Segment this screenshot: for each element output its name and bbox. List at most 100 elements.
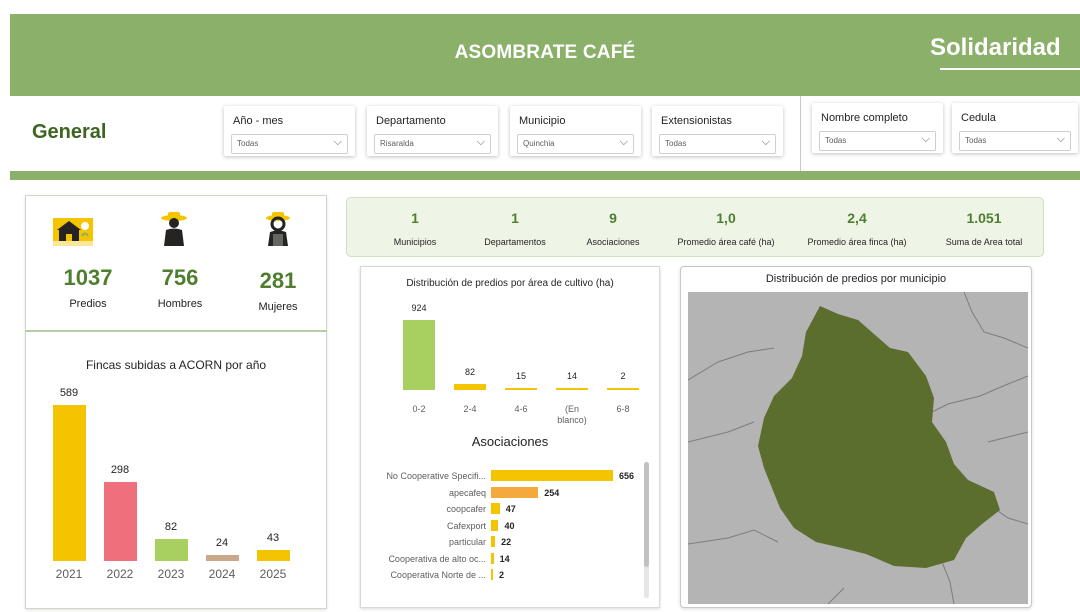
scrollbar-thumb[interactable] [644,462,649,567]
predios-value: 1037 [63,265,113,290]
slicer-dropdown[interactable]: Todas ⌵ [959,131,1071,151]
acorn-bar-value: 589 [59,387,79,399]
asociacion-bar-value: 40 [504,520,515,531]
asociacion-label: Cafexport [446,520,486,531]
acorn-bar [53,405,86,561]
acorn-bar-value: 82 [164,521,178,534]
chevron-down-icon: ⌵ [619,136,628,148]
fincas-chart-title: Fincas subidas a ACORN por año [85,358,267,372]
cultivo-bar-category: 4-6 [514,404,528,414]
promedio-area-cafe-value: 1,0 [716,210,736,226]
asociacion-bar-value: 254 [544,487,560,498]
slicer-departamento[interactable]: Departamento Risaralda ⌵ [367,106,498,156]
hombres-label: Hombres [157,298,203,310]
slicer-value: Todas [825,136,847,145]
slicer-value: Todas [237,139,259,148]
asociacion-label: particular [448,537,486,547]
slicer-dropdown[interactable]: Todas ⌵ [659,134,776,154]
promedio-area-cafe-label: Promedio área café (ha) [677,237,775,247]
slicer-label: Cedula [961,112,996,124]
acorn-bar-value: 24 [215,536,229,549]
map-title: Distribución de predios por municipio [765,273,947,285]
acorn-bar-category: 2023 [157,567,185,581]
slicer-dropdown[interactable]: Risaralda ⌵ [374,134,491,154]
asociacion-bar-value: 2 [499,570,505,580]
acorn-bar-category: 2021 [55,567,83,581]
card-divider [25,330,327,332]
acorn-bar-value: 43 [266,531,280,544]
acorn-bar [206,554,239,561]
farm-house-icon [53,218,93,246]
slicer-dropdown[interactable]: Todas ⌵ [819,131,936,151]
cultivo-bar-value: 15 [515,371,526,381]
slicer-nombre-completo[interactable]: Nombre completo Todas ⌵ [812,103,943,153]
header-banner: ASOMBRATE CAFÉ Solidaridad [10,14,1080,96]
asociaciones-label: Asociaciones [586,237,640,247]
acorn-bar-category: 2022 [106,567,134,581]
asociacion-bar [491,552,494,564]
chevron-down-icon: ⌵ [476,136,485,148]
slicer-label: Año - mes [233,115,284,127]
slicer-dropdown[interactable]: Quinchia ⌵ [517,134,634,154]
chevron-down-icon: ⌵ [333,136,342,148]
slicer-cedula[interactable]: Cedula Todas ⌵ [952,103,1078,153]
cultivo-bar-category: 6-8 [616,404,630,414]
asociacion-bar-value: 22 [501,537,512,547]
mujeres-label: Mujeres [258,301,298,313]
acorn-bar [257,549,290,561]
asociacion-bar [491,536,496,547]
cultivo-bar-value: 924 [411,303,427,313]
asociacion-label: Cooperativa Norte de ... [390,570,486,580]
asociacion-bar-value: 656 [619,471,635,481]
acorn-bar-category: 2024 [208,567,236,581]
brand-underline [940,68,1080,70]
cultivo-bar [556,388,588,390]
chevron-down-icon: ⌵ [761,136,770,148]
asociaciones-chart-title: Asociaciones [471,434,549,449]
cultivo-bar-category: 2-4 [463,404,477,414]
slicer-label: Nombre completo [821,112,908,124]
acorn-bar [155,539,188,561]
cultivo-bar-category: 0-2 [412,404,426,414]
farmer-woman-icon [266,212,290,246]
suma-area-total-label: Suma de Area total [945,237,1023,247]
cultivo-bar-category: (En blanco) [557,404,587,425]
cultivo-bar [607,388,639,390]
promedio-area-finca-label: Promedio área finca (ha) [807,237,907,247]
asociacion-bar [491,486,539,498]
asociacion-label: apecafeq [448,487,486,498]
asociacion-bar [491,470,613,481]
slicer-municipio[interactable]: Municipio Quinchia ⌵ [510,106,641,156]
slicer-value: Todas [965,136,987,145]
cultivo-bar-value: 14 [566,371,577,381]
acorn-bar [104,482,137,561]
asociacion-label: coopcafer [446,504,486,514]
chevron-down-icon: ⌵ [921,133,930,145]
slicer-label: Extensionistas [661,115,732,127]
asociacion-label: Cooperativa de alto oc... [388,553,486,564]
filter-bar-divider [10,171,1080,180]
predios-label: Predios [69,298,107,310]
slicer-extensionistas[interactable]: Extensionistas Todas ⌵ [652,106,783,156]
asociacion-bar [491,519,499,531]
cultivo-bar [454,383,486,390]
summary-kpi-strip [346,197,1044,257]
asociacion-bar [491,569,493,580]
promedio-area-finca-value: 2,4 [847,210,867,226]
asociacion-bar-value: 47 [505,504,516,514]
hombres-value: 756 [161,265,199,290]
municipio-map[interactable] [688,292,1028,604]
chevron-down-icon: ⌵ [1056,133,1065,145]
acorn-bar-category: 2025 [259,567,287,581]
slicer-label: Municipio [519,115,566,127]
cultivo-bar-value: 82 [464,366,475,377]
cultivo-bar-value: 2 [620,371,626,381]
slicer-value: Todas [665,139,687,148]
acorn-bar-value: 298 [110,464,130,477]
dashboard-page: ASOMBRATE CAFÉ Solidaridad General Año -… [0,0,1080,612]
filter-separator [800,96,801,171]
slicer-value: Risaralda [380,139,414,148]
slicer-ano-mes[interactable]: Año - mes Todas ⌵ [224,106,355,156]
slicer-label: Departamento [376,115,446,127]
slicer-dropdown[interactable]: Todas ⌵ [231,134,348,154]
